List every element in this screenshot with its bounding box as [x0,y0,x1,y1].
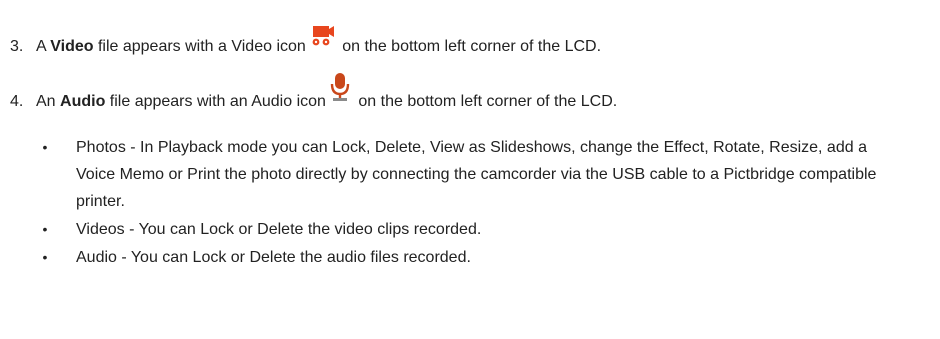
bullet-icon: • [42,139,48,155]
step-text-prefix: An [36,93,61,110]
step-keyword: Audio [60,93,106,110]
step-number: 3. [10,38,24,55]
step-text-suffix: on the bottom left corner of the LCD. [337,38,602,55]
bullet-icon: • [42,249,48,265]
microphone-icon [329,72,351,109]
step-keyword: Video [50,38,94,55]
step-audio: 4. An Audio file appears with an Audio ic… [10,72,617,110]
step-number: 4. [10,93,24,110]
bullet-icon: • [42,221,48,237]
list-item: • Audio - You can Lock or Delete the aud… [0,244,940,271]
step-text-suffix: on the bottom left corner of the LCD. [353,93,618,110]
step-text-middle: file appears with an Audio icon [105,93,326,110]
list-item: • Photos - In Playback mode you can Lock… [0,134,940,215]
list-item-text: Audio - You can Lock or Delete the audio… [76,249,471,266]
step-text-prefix: A [36,38,51,55]
list-item: • Videos - You can Lock or Delete the vi… [0,216,940,243]
feature-list: • Photos - In Playback mode you can Lock… [0,134,940,272]
list-item-text: Videos - You can Lock or Delete the vide… [76,221,482,238]
video-icon [309,25,335,54]
document-page: 3. A Video file appears with a Video icon… [0,0,940,339]
step-video: 3. A Video file appears with a Video icon… [10,25,601,55]
list-item-text: Photos - In Playback mode you can Lock, … [76,139,877,210]
step-text-middle: file appears with a Video icon [93,38,306,55]
